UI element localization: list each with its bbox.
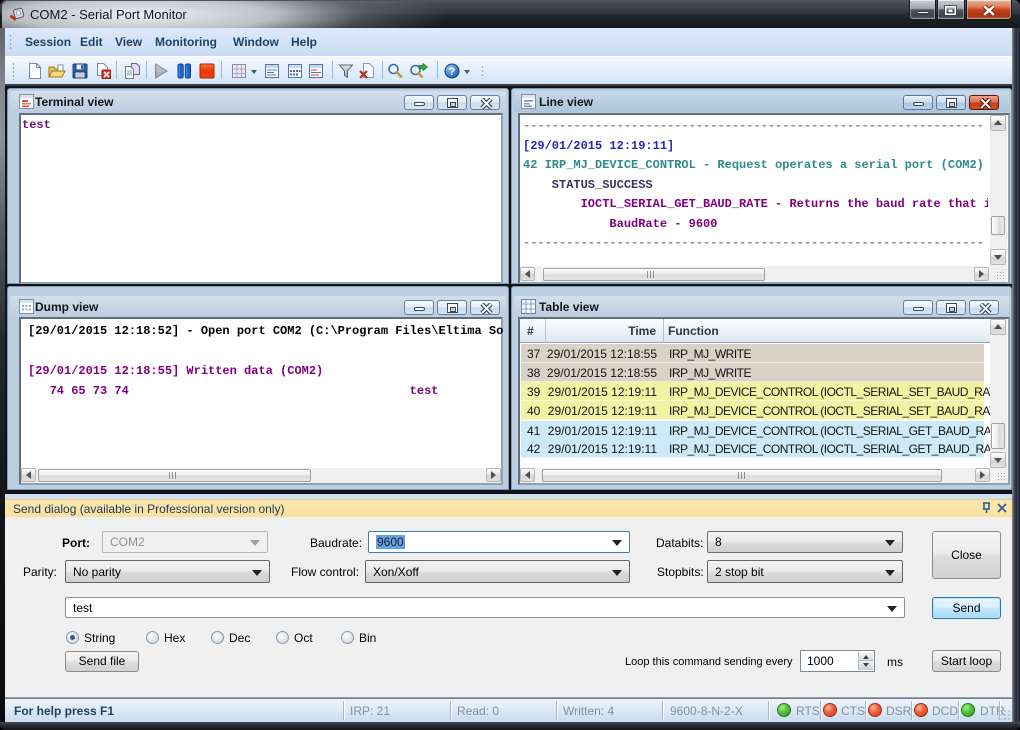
svg-text:?: ? [449,66,456,78]
